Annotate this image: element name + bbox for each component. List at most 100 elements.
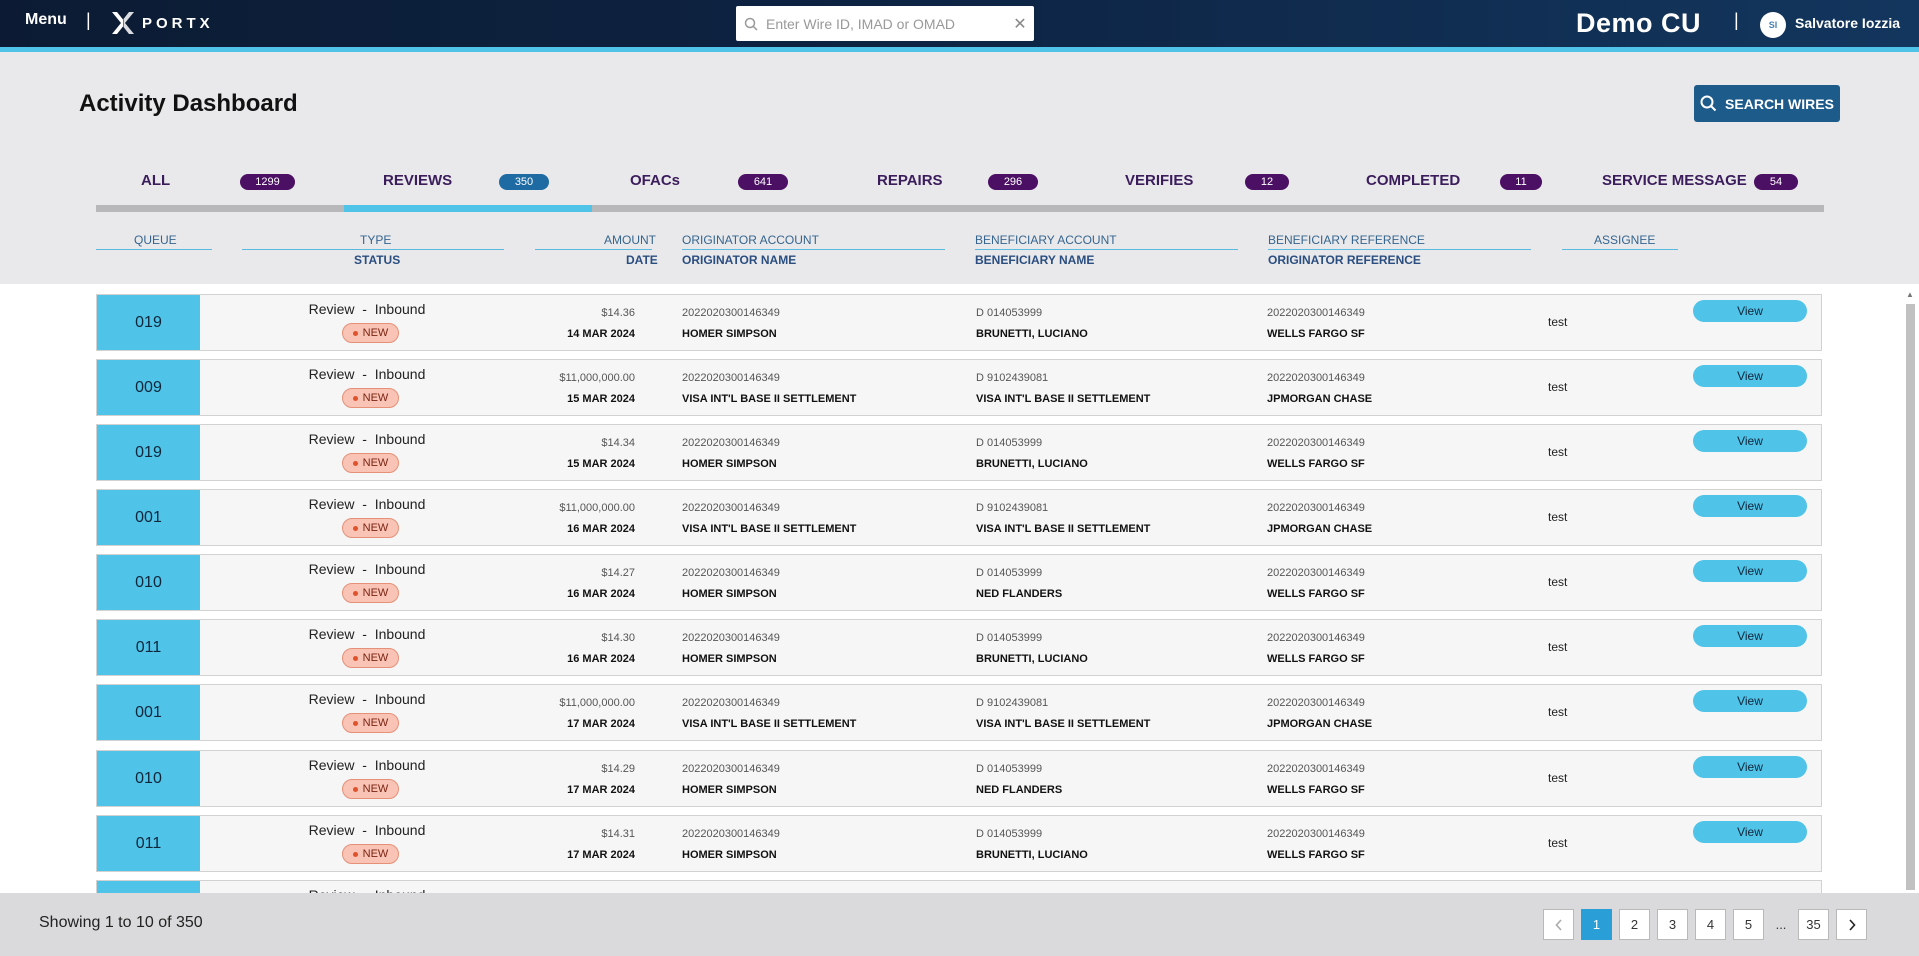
page-button[interactable]: 3: [1657, 909, 1688, 940]
table-row[interactable]: Review - Inbound: [96, 880, 1822, 893]
view-button[interactable]: View: [1693, 560, 1807, 582]
originator-name-cell: VISA INT'L BASE II SETTLEMENT: [682, 523, 857, 535]
assignee-cell: test: [1548, 771, 1568, 785]
beneficiary-reference-cell: 2022020300146349: [1267, 697, 1365, 709]
chevron-right-icon: [1848, 918, 1856, 931]
view-button[interactable]: View: [1693, 495, 1807, 517]
column-headers: QUEUE TYPE STATUS AMOUNT DATE ORIGINATOR…: [0, 228, 1919, 268]
page-button[interactable]: 1: [1581, 909, 1612, 940]
prev-page-button[interactable]: [1543, 909, 1574, 940]
table-row[interactable]: 011 Review - Inbound NEW $14.31 17 MAR 2…: [96, 815, 1822, 872]
tab-verifies[interactable]: VERIFIES 12: [1088, 168, 1336, 202]
originator-account-cell: 2022020300146349: [682, 502, 780, 514]
tab-count-badge: 641: [738, 174, 788, 190]
originator-reference-cell: WELLS FARGO SF: [1267, 849, 1365, 861]
beneficiary-reference-cell: 2022020300146349: [1267, 763, 1365, 775]
table-row[interactable]: 010 Review - Inbound NEW $14.27 16 MAR 2…: [96, 554, 1822, 611]
table-row[interactable]: 010 Review - Inbound NEW $14.29 17 MAR 2…: [96, 750, 1822, 807]
originator-account-cell: 2022020300146349: [682, 697, 780, 709]
beneficiary-account-cell: D 014053999: [976, 307, 1043, 319]
originator-reference-cell: JPMORGAN CHASE: [1267, 393, 1373, 405]
col-header-beneficiary-reference[interactable]: BENEFICIARY REFERENCE: [1268, 233, 1425, 247]
view-button[interactable]: View: [1693, 756, 1807, 778]
date-cell: 17 MAR 2024: [567, 849, 635, 861]
wire-search-input[interactable]: [766, 15, 1006, 32]
tab-ofacs[interactable]: OFACs 641: [592, 168, 840, 202]
tab-service-message[interactable]: SERVICE MESSAGE 54: [1584, 168, 1824, 202]
originator-name-cell: HOMER SIMPSON: [682, 849, 777, 861]
tab-indicator-rail: [96, 205, 1824, 212]
tab-repairs[interactable]: REPAIRS 296: [840, 168, 1088, 202]
col-header-queue[interactable]: QUEUE: [134, 233, 177, 247]
col-header-originator-name[interactable]: ORIGINATOR NAME: [682, 253, 796, 267]
table-row[interactable]: 001 Review - Inbound NEW $11,000,000.00 …: [96, 489, 1822, 546]
page-button[interactable]: 4: [1695, 909, 1726, 940]
avatar[interactable]: SI: [1760, 12, 1786, 38]
beneficiary-account-cell: D 9102439081: [976, 372, 1049, 384]
list-scrollbar[interactable]: ▲: [1903, 290, 1917, 890]
table-row[interactable]: 001 Review - Inbound NEW $11,000,000.00 …: [96, 684, 1822, 741]
status-dot-icon: [352, 720, 358, 726]
beneficiary-account-cell: D 014053999: [976, 437, 1043, 449]
beneficiary-reference-cell: 2022020300146349: [1267, 437, 1365, 449]
view-button[interactable]: View: [1693, 625, 1807, 647]
page-button[interactable]: 2: [1619, 909, 1650, 940]
tab-label: REVIEWS: [383, 172, 453, 189]
beneficiary-name-cell: BRUNETTI, LUCIANO: [976, 653, 1088, 665]
table-row[interactable]: 019 Review - Inbound NEW $14.36 14 MAR 2…: [96, 294, 1822, 351]
tab-label: COMPLETED: [1366, 172, 1461, 189]
col-header-amount[interactable]: AMOUNT: [604, 233, 656, 247]
tab-count-badge: 1299: [240, 174, 295, 190]
assignee-cell: test: [1548, 640, 1568, 654]
scroll-thumb[interactable]: [1906, 304, 1915, 890]
status-text: NEW: [362, 457, 389, 469]
search-wires-label: SEARCH WIRES: [1725, 95, 1834, 112]
table-row[interactable]: 009 Review - Inbound NEW $11,000,000.00 …: [96, 359, 1822, 416]
amount-cell: $11,000,000.00: [559, 697, 635, 709]
scroll-up-arrow-icon[interactable]: ▲: [1906, 290, 1914, 299]
page-button[interactable]: 5: [1733, 909, 1764, 940]
view-button[interactable]: View: [1693, 365, 1807, 387]
search-wires-button[interactable]: SEARCH WIRES: [1694, 85, 1840, 122]
wire-search-box[interactable]: ✕: [736, 6, 1034, 41]
amount-cell: $11,000,000.00: [559, 502, 635, 514]
originator-name-cell: HOMER SIMPSON: [682, 784, 777, 796]
status-badge: NEW: [342, 713, 399, 733]
col-header-beneficiary-account[interactable]: BENEFICIARY ACCOUNT: [975, 233, 1117, 247]
col-header-assignee[interactable]: ASSIGNEE: [1594, 233, 1655, 247]
originator-account-cell: 2022020300146349: [682, 567, 780, 579]
col-header-status[interactable]: STATUS: [354, 253, 400, 267]
clear-icon[interactable]: ✕: [1006, 14, 1034, 34]
menu-button[interactable]: Menu: [25, 11, 67, 29]
user-name[interactable]: Salvatore Iozzia: [1795, 15, 1900, 31]
view-button[interactable]: View: [1693, 821, 1807, 843]
view-button[interactable]: View: [1693, 690, 1807, 712]
col-header-type[interactable]: TYPE: [360, 233, 391, 247]
view-button[interactable]: View: [1693, 430, 1807, 452]
tab-count-badge: 296: [988, 174, 1038, 190]
table-row[interactable]: 011 Review - Inbound NEW $14.30 16 MAR 2…: [96, 619, 1822, 676]
col-header-date[interactable]: DATE: [626, 253, 658, 267]
page-button[interactable]: 35: [1798, 909, 1829, 940]
beneficiary-name-cell: VISA INT'L BASE II SETTLEMENT: [976, 523, 1151, 535]
tab-reviews[interactable]: REVIEWS 350: [344, 168, 592, 202]
assignee-cell: test: [1548, 575, 1568, 589]
view-button[interactable]: View: [1693, 300, 1807, 322]
col-header-beneficiary-name[interactable]: BENEFICIARY NAME: [975, 253, 1094, 267]
originator-reference-cell: WELLS FARGO SF: [1267, 588, 1365, 600]
tab-completed[interactable]: COMPLETED 11: [1336, 168, 1584, 202]
queue-cell: 019: [97, 425, 200, 480]
beneficiary-reference-cell: 2022020300146349: [1267, 632, 1365, 644]
next-page-button[interactable]: [1836, 909, 1867, 940]
col-header-originator-reference[interactable]: ORIGINATOR REFERENCE: [1268, 253, 1421, 267]
status-badge: NEW: [342, 518, 399, 538]
originator-account-cell: 2022020300146349: [682, 828, 780, 840]
logo-text: PORTX: [142, 14, 214, 32]
originator-account-cell: 2022020300146349: [682, 632, 780, 644]
amount-cell: $14.27: [601, 567, 635, 579]
tab-all[interactable]: ALL 1299: [96, 168, 344, 202]
col-header-originator-account[interactable]: ORIGINATOR ACCOUNT: [682, 233, 819, 247]
status-badge: NEW: [342, 323, 399, 343]
table-row[interactable]: 019 Review - Inbound NEW $14.34 15 MAR 2…: [96, 424, 1822, 481]
portx-logo[interactable]: PORTX: [110, 10, 214, 36]
